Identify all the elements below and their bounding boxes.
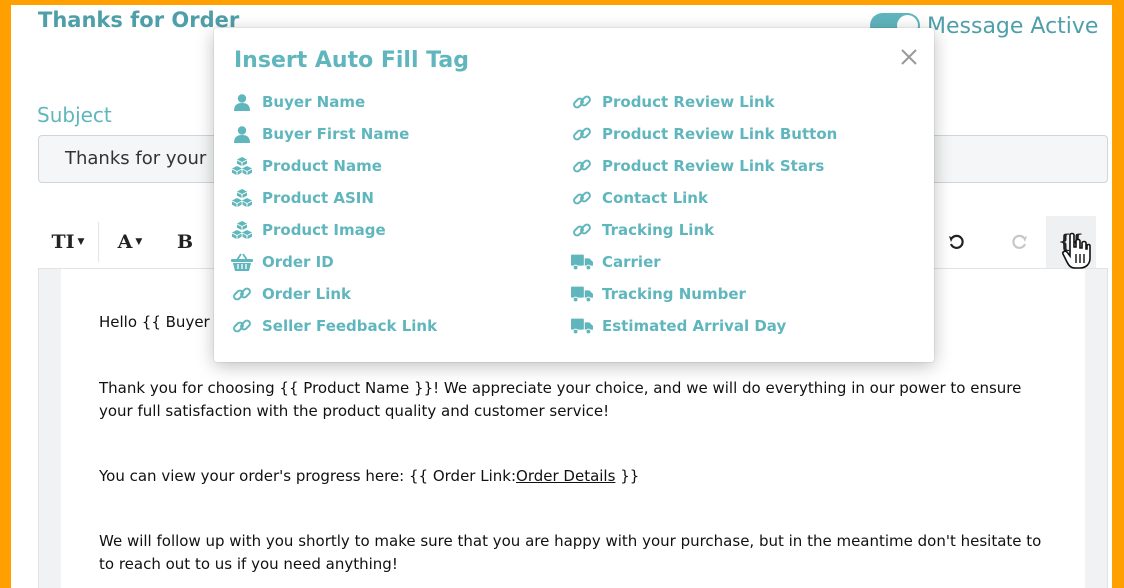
truck-icon	[571, 315, 593, 337]
bold-label: B	[176, 231, 194, 253]
tag-label: Product Name	[262, 157, 382, 175]
undo-icon	[949, 234, 964, 249]
toggle-label: Message Active	[927, 14, 1099, 39]
font-color-dropdown[interactable]: A ▼	[99, 216, 161, 268]
close-icon	[901, 49, 917, 65]
insert-tag-modal: Insert Auto Fill Tag Buyer Name Buyer Fir…	[214, 28, 934, 362]
redo-icon	[1012, 234, 1027, 249]
link-icon	[571, 123, 593, 145]
link-icon	[571, 91, 593, 113]
user-icon	[231, 91, 253, 113]
paragraph-2-suffix: }}	[615, 467, 640, 485]
tag-item[interactable]: Tracking Link	[571, 219, 714, 241]
paragraph-3: We will follow up with you shortly to ma…	[99, 532, 1042, 573]
paragraph-2: You can view your order's progress here:…	[99, 465, 1049, 488]
cubes-icon	[231, 155, 253, 177]
undo-button[interactable]	[938, 216, 976, 268]
tag-item[interactable]: Order ID	[231, 251, 334, 273]
tag-item[interactable]: Tracking Number	[571, 283, 746, 305]
app-window: Thanks for Order Message Active Subject …	[11, 5, 1112, 588]
tag-label: Contact Link	[602, 189, 708, 207]
tag-item[interactable]: Buyer First Name	[231, 123, 409, 145]
tag-item[interactable]: Contact Link	[571, 187, 708, 209]
bold-button[interactable]: B	[163, 216, 207, 268]
tag-item[interactable]: Product Review Link	[571, 91, 775, 113]
truck-icon	[571, 283, 593, 305]
chevron-down-icon: ▼	[135, 237, 143, 247]
tag-label: Product Image	[262, 221, 386, 239]
basket-icon	[231, 251, 253, 273]
tag-item[interactable]: Buyer Name	[231, 91, 365, 113]
tag-label: Carrier	[602, 253, 661, 271]
tag-label: Estimated Arrival Day	[602, 317, 787, 335]
tag-label: Product Review Link	[602, 93, 775, 111]
tag-item[interactable]: Carrier	[571, 251, 661, 273]
font-size-dropdown[interactable]: TI ▼	[38, 216, 98, 268]
tag-label: Buyer First Name	[262, 125, 410, 143]
paragraph-2-prefix: You can view your order's progress here:…	[99, 467, 517, 485]
page-title: Thanks for Order	[38, 8, 240, 32]
cubes-icon	[231, 187, 253, 209]
hand-cursor-icon	[1062, 232, 1091, 269]
tag-item[interactable]: Seller Feedback Link	[231, 315, 437, 337]
user-icon	[231, 123, 253, 145]
link-icon	[571, 219, 593, 241]
link-icon	[571, 155, 593, 177]
font-color-label: A	[117, 231, 133, 253]
link-icon	[571, 187, 593, 209]
subject-label: Subject	[37, 103, 112, 127]
tag-label: Seller Feedback Link	[262, 317, 438, 335]
order-details-link[interactable]: Order Details	[516, 467, 615, 485]
tag-label: Tracking Link	[602, 221, 715, 239]
tag-label: Product ASIN	[262, 189, 374, 207]
cubes-icon	[231, 219, 253, 241]
modal-title: Insert Auto Fill Tag	[234, 48, 469, 73]
truck-icon	[571, 251, 593, 273]
tag-item[interactable]: Product Image	[231, 219, 386, 241]
tag-label: Product Review Link Button	[602, 125, 838, 143]
link-icon	[231, 315, 253, 337]
font-size-label: TI	[51, 231, 75, 253]
link-icon	[231, 283, 253, 305]
paragraph-1: Thank you for choosing {{ Product Name }…	[99, 379, 1022, 420]
redo-button[interactable]	[1000, 216, 1038, 268]
close-button[interactable]	[898, 46, 920, 68]
tag-label: Buyer Name	[262, 93, 366, 111]
tag-item[interactable]: Product ASIN	[231, 187, 374, 209]
tag-item[interactable]: Product Name	[231, 155, 382, 177]
tag-label: Product Review Link Stars	[602, 157, 825, 175]
chevron-down-icon: ▼	[77, 237, 85, 247]
tag-label: Tracking Number	[602, 285, 746, 303]
tag-label: Order ID	[262, 253, 334, 271]
tag-label: Order Link	[262, 285, 352, 303]
tag-item[interactable]: Product Review Link Stars	[571, 155, 824, 177]
tag-item[interactable]: Order Link	[231, 283, 351, 305]
tag-item[interactable]: Product Review Link Button	[571, 123, 837, 145]
tag-item[interactable]: Estimated Arrival Day	[571, 315, 786, 337]
